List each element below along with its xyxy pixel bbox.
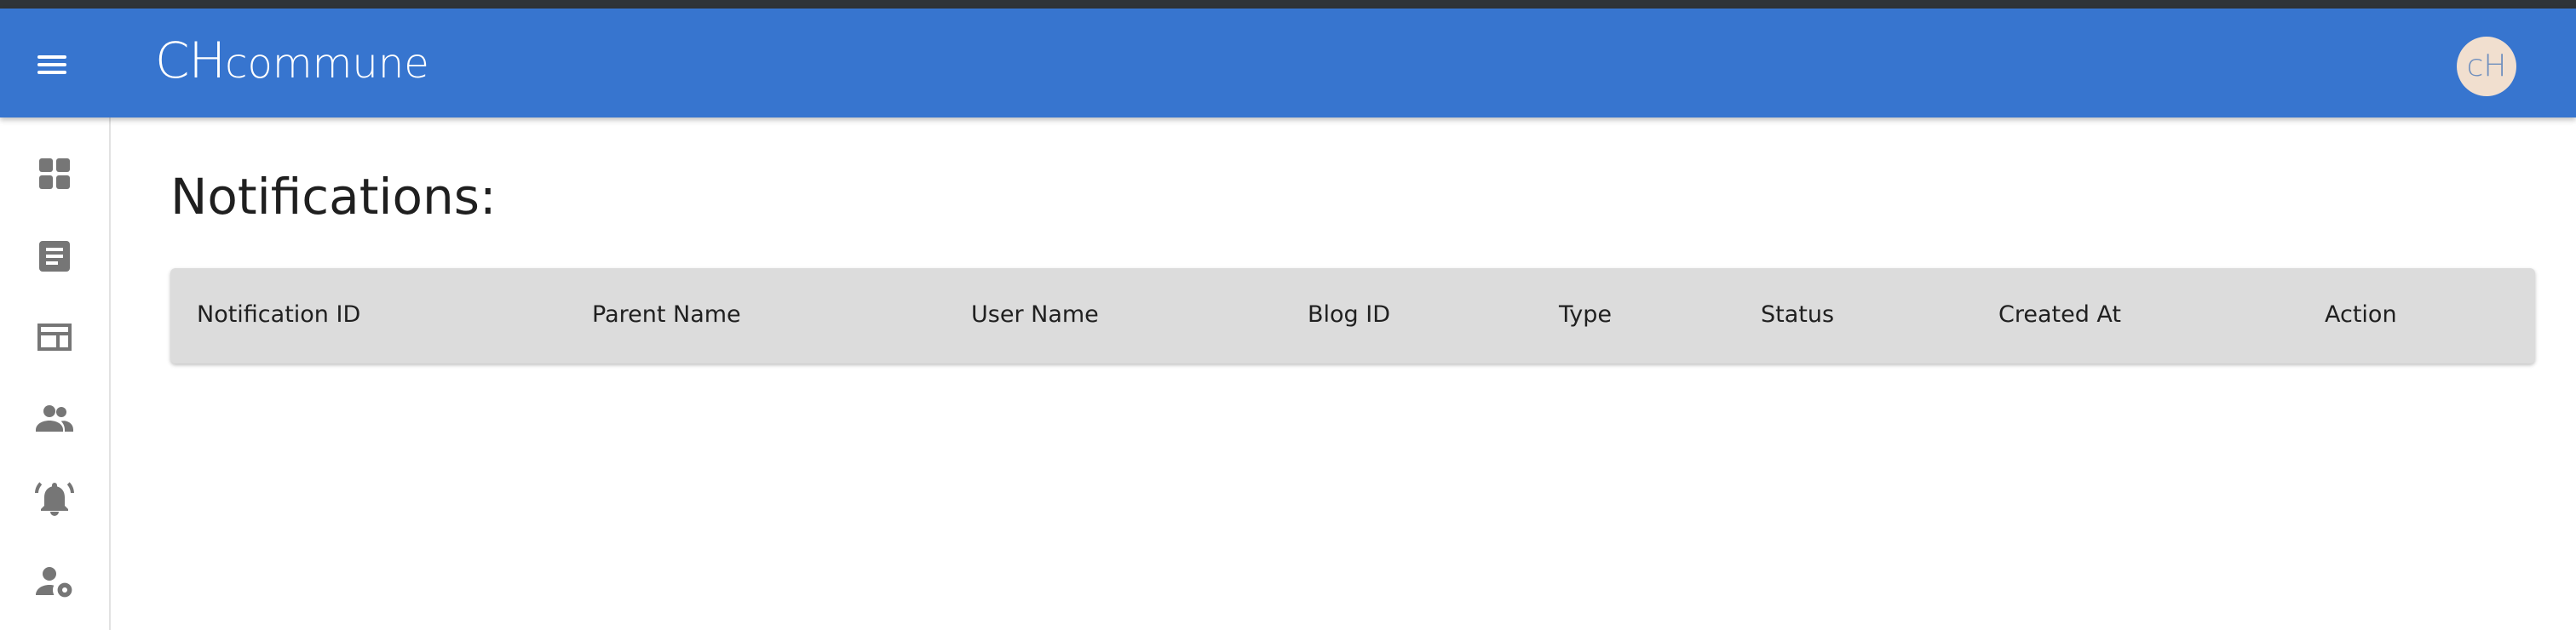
user-settings-icon — [36, 567, 72, 598]
column-header-blog-id[interactable]: Blog ID — [1308, 301, 1390, 329]
column-header-created-at[interactable]: Created At — [1998, 301, 2121, 329]
sidebar-item-notifications[interactable] — [29, 473, 80, 524]
menu-icon[interactable] — [34, 49, 73, 77]
dashboard-icon — [39, 158, 70, 189]
sidebar-item-layout[interactable] — [29, 312, 80, 363]
top-border — [0, 0, 2576, 9]
article-icon — [39, 241, 70, 272]
notifications-table-header: Notification ID Parent Name User Name Bl… — [170, 268, 2535, 364]
brand-name: commune — [225, 40, 429, 88]
web-layout-icon — [37, 324, 72, 351]
column-header-notification-id[interactable]: Notification ID — [197, 301, 360, 329]
column-header-status[interactable]: Status — [1761, 301, 1834, 329]
app-bar: CHcommune cH — [0, 9, 2576, 117]
sidebar-item-articles[interactable] — [29, 231, 80, 282]
sidebar-item-users[interactable] — [29, 392, 80, 444]
column-header-type[interactable]: Type — [1559, 301, 1612, 329]
brand-initials: CH — [155, 32, 226, 89]
column-header-user-name[interactable]: User Name — [971, 301, 1099, 329]
sidebar — [0, 117, 111, 630]
sidebar-item-user-settings[interactable] — [29, 556, 80, 607]
notification-bell-icon — [35, 482, 74, 516]
people-icon — [36, 405, 73, 432]
column-header-parent-name[interactable]: Parent Name — [592, 301, 741, 329]
column-header-action[interactable]: Action — [2325, 301, 2397, 329]
sidebar-item-dashboard[interactable] — [29, 148, 80, 199]
page-title: Notifications: — [170, 168, 497, 226]
brand-logo[interactable]: CHcommune — [155, 36, 429, 85]
avatar[interactable]: cH — [2457, 37, 2516, 96]
